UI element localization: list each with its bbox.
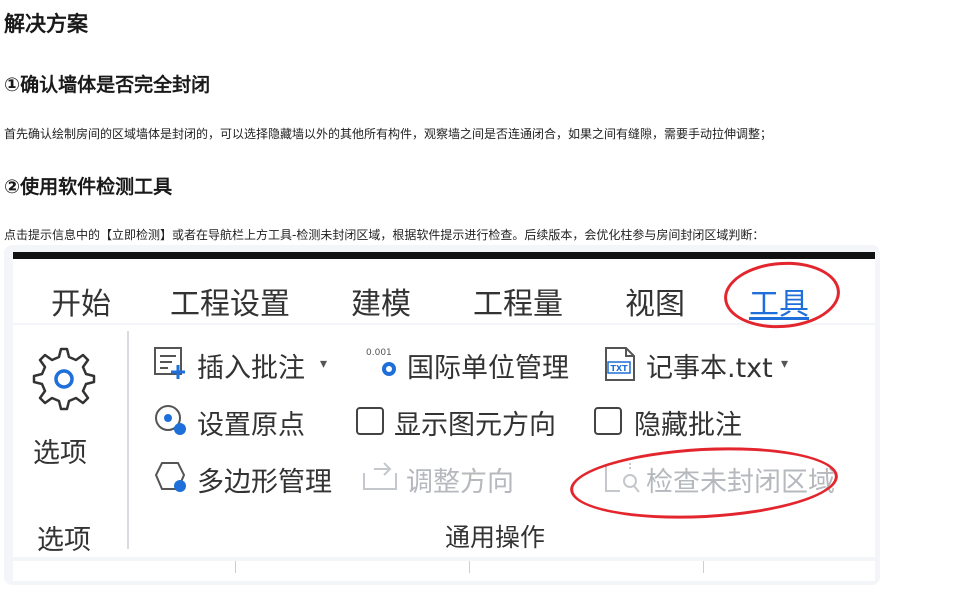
adjust-direction-icon [363,462,397,490]
international-unit-icon[interactable]: 0.001 [364,345,404,381]
hide-note-checkbox[interactable] [594,407,622,435]
tab-project-settings[interactable]: 工程设置 [170,279,290,323]
polygon-manage-label[interactable]: 多边形管理 [197,460,332,499]
window-top-bar [13,252,875,259]
hide-note-label[interactable]: 隐藏批注 [634,403,742,442]
options-button-label[interactable]: 选项 [33,431,87,470]
section-2-heading: ②使用软件检测工具 [4,176,173,198]
section-1-text: 首先确认绘制房间的区域墙体是封闭的，可以选择隐藏墙以外的其他所有构件，观察墙之间… [4,127,773,141]
notepad-txt-icon[interactable]: TXT [602,345,638,383]
section-2-text: 点击提示信息中的【立即检测】或者在导航栏上方工具-检测未封闭区域，根据软件提示进… [4,228,765,242]
insert-note-dropdown-icon[interactable]: ▾ [320,356,327,372]
ribbon-bottom-strip [13,561,875,581]
strip-divider [235,561,236,573]
general-group-label: 通用操作 [445,523,546,552]
show-direction-checkbox[interactable] [356,407,384,435]
strip-divider [703,561,704,573]
tab-modeling[interactable]: 建模 [351,279,411,323]
set-origin-icon[interactable] [152,402,190,438]
strip-divider [469,561,470,573]
international-unit-icon-text: 0.001 [366,348,392,358]
section-1-heading: ①确认墙体是否完全封闭 [4,74,211,96]
page-title: 解决方案 [4,12,88,36]
tab-quantity[interactable]: 工程量 [473,279,563,323]
notepad-label[interactable]: 记事本.txt [646,346,773,385]
options-group-label: 选项 [37,525,91,556]
polygon-manage-icon[interactable] [152,459,190,495]
set-origin-label[interactable]: 设置原点 [197,403,305,442]
insert-note-icon[interactable] [152,345,188,381]
show-direction-label[interactable]: 显示图元方向 [394,403,556,442]
notepad-txt-icon-text: TXT [611,364,629,373]
international-unit-label[interactable]: 国际单位管理 [407,346,569,385]
group-separator [127,331,129,549]
ribbon-screenshot: 开始 工程设置 建模 工程量 视图 工具 选项 选项 插入批注 ▾ 0.001 … [4,245,880,585]
tab-view[interactable]: 视图 [625,279,685,323]
tab-start[interactable]: 开始 [51,279,111,323]
gear-icon[interactable] [28,345,98,415]
adjust-direction-label: 调整方向 [406,467,514,498]
insert-note-label[interactable]: 插入批注 [197,346,305,385]
notepad-dropdown-icon[interactable]: ▾ [781,356,788,372]
